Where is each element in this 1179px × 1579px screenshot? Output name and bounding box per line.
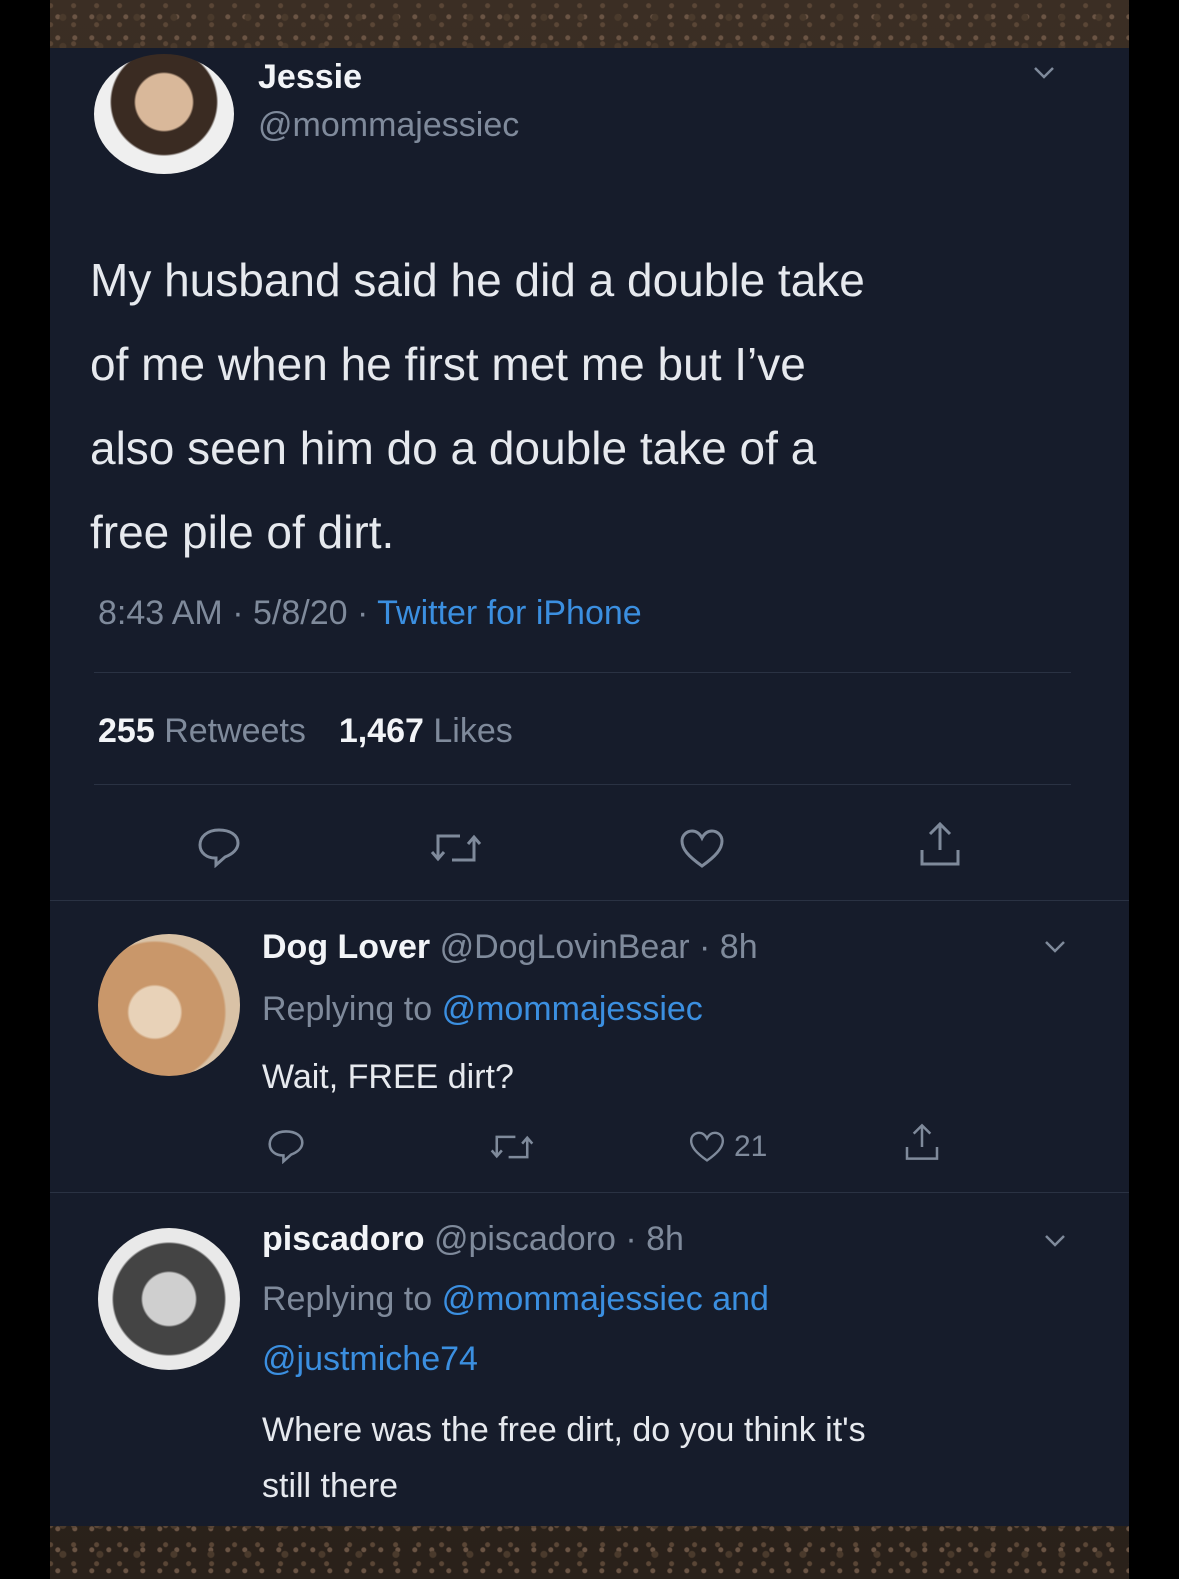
divider (50, 1192, 1129, 1193)
left-border (0, 0, 50, 1579)
retweet-label[interactable]: Retweets (164, 712, 306, 750)
reply-2-replying-to: Replying to @mommajessiec and (262, 1280, 769, 1319)
reply-2-text-line: still there (262, 1467, 399, 1505)
reply-2-header: piscadoro @piscadoro · 8h (262, 1220, 684, 1258)
divider (50, 900, 1129, 901)
reply-1-like-count[interactable]: 21 (734, 1130, 767, 1164)
chevron-down-icon[interactable] (1033, 66, 1055, 80)
reply-1-replying-to: Replying to @mommajessiec (262, 990, 703, 1029)
divider (94, 784, 1071, 785)
tweet-source-link[interactable]: Twitter for iPhone (377, 594, 642, 632)
tweet-stats: 255 Retweets 1,467 Likes (98, 712, 513, 751)
reply-2-author-name[interactable]: piscadoro (262, 1220, 424, 1258)
piscadoro-avatar[interactable] (98, 1228, 240, 1370)
like-count[interactable]: 1,467 (339, 712, 424, 750)
tweet-text-line: free pile of dirt. (90, 506, 395, 558)
divider (94, 672, 1071, 673)
reply-2-age: 8h (646, 1220, 684, 1258)
retweet-icon[interactable] (490, 1130, 534, 1164)
tweet-date: 5/8/20 (252, 594, 348, 632)
retweet-count[interactable]: 255 (98, 712, 155, 750)
tweet-card: Jessie @mommajessiec My husband said he … (50, 48, 1129, 1526)
reply-1-text: Wait, FREE dirt? (262, 1058, 514, 1096)
tweet-author-handle[interactable]: @mommajessiec (258, 106, 519, 145)
tweet-text-line: also seen him do a double take of a (90, 422, 817, 474)
dog-lover-avatar[interactable] (98, 934, 240, 1076)
share-icon[interactable] (902, 1122, 942, 1162)
replying-to-label: Replying to (262, 990, 433, 1028)
jessie-avatar[interactable] (94, 54, 234, 174)
retweet-icon[interactable] (430, 828, 482, 868)
replying-to-link[interactable]: @mommajessiec (442, 990, 703, 1028)
tweet-text-line: of me when he first met me but I’ve (90, 338, 806, 390)
tweet-meta: 8:43 AM · 5/8/20 · Twitter for iPhone (98, 594, 642, 632)
reply-icon[interactable] (196, 826, 242, 868)
reply-2-text: Where was the free dirt, do you think it… (262, 1402, 866, 1514)
chevron-down-icon[interactable] (1044, 940, 1066, 954)
tweet-text: My husband said he did a double take of … (90, 238, 865, 574)
tweet-text-line: My husband said he did a double take (90, 254, 865, 306)
replying-to-link[interactable]: @mommajessiec and (442, 1280, 769, 1318)
replying-to-link-2[interactable]: @justmiche74 (262, 1340, 478, 1379)
reply-2-author-handle[interactable]: @piscadoro (434, 1220, 616, 1258)
reply-icon[interactable] (266, 1128, 306, 1164)
chevron-down-icon[interactable] (1044, 1234, 1066, 1248)
share-icon[interactable] (916, 820, 964, 868)
like-icon[interactable] (678, 828, 726, 870)
right-border (1129, 0, 1179, 1579)
tweet-author-name[interactable]: Jessie (258, 58, 362, 97)
reply-1-author-name[interactable]: Dog Lover (262, 928, 430, 966)
reply-1-author-handle[interactable]: @DogLovinBear (440, 928, 690, 966)
reply-1-age: 8h (719, 928, 758, 966)
like-icon[interactable] (688, 1130, 726, 1164)
replying-to-label: Replying to (262, 1280, 433, 1318)
reply-2-text-line: Where was the free dirt, do you think it… (262, 1411, 866, 1449)
reply-1-header: Dog Lover @DogLovinBear · 8h (262, 928, 758, 966)
tweet-time: 8:43 AM (98, 594, 223, 632)
like-label[interactable]: Likes (433, 712, 512, 750)
